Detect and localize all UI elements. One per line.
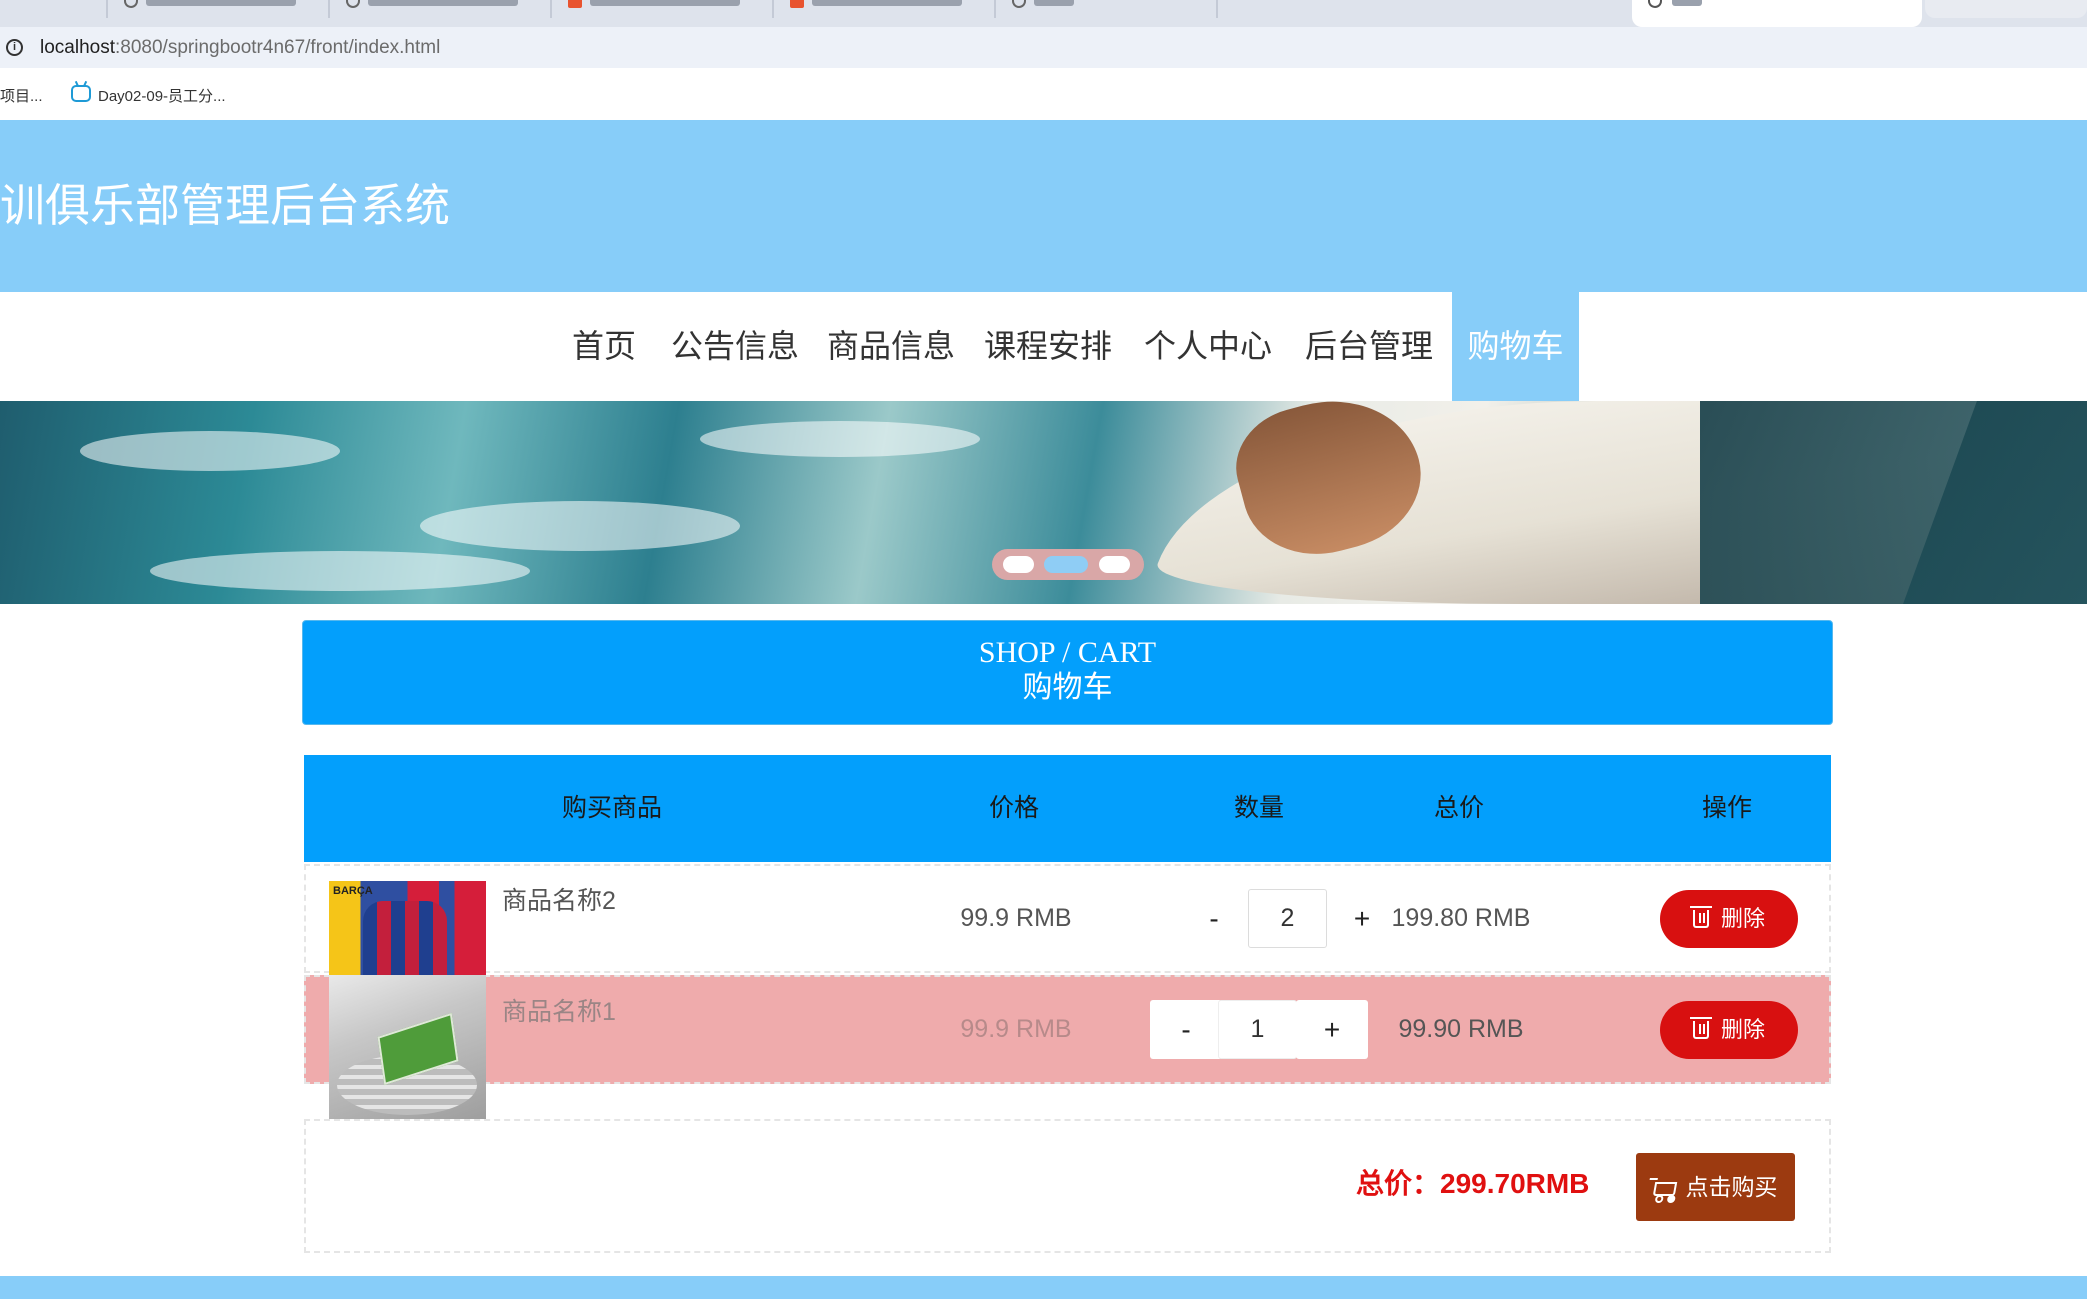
section-title-en: SHOP / CART [978, 636, 1157, 669]
globe-icon [124, 0, 138, 8]
browser-tab[interactable] [776, 0, 996, 18]
browser-tab-active[interactable] [1632, 0, 1922, 27]
browser-tab[interactable] [554, 0, 774, 18]
browser-tab[interactable] [332, 0, 552, 18]
browser-tab[interactable] [0, 0, 108, 18]
table-row: 商品名称1 99.9 RMB - 1 + 99.90 RMB 删除 [304, 975, 1831, 1132]
product-name[interactable]: 商品名称2 [502, 884, 616, 918]
nav-item-announcements[interactable]: 公告信息 [671, 292, 799, 401]
globe-icon [346, 0, 360, 8]
hero-banner [0, 401, 2087, 604]
nav-item-admin[interactable]: 后台管理 [1305, 292, 1433, 401]
url-text[interactable]: localhost:8080/springbootr4n67/front/ind… [40, 36, 440, 60]
product-name[interactable]: 商品名称1 [502, 995, 616, 1029]
bookmark-item[interactable]: 项目... [0, 85, 43, 106]
site-header: 训俱乐部管理后台系统 [0, 120, 2087, 292]
nav-item-cart[interactable]: 购物车 [1452, 292, 1579, 401]
cart-section-header: SHOP / CART 购物车 [302, 620, 1833, 725]
barca-logo: BARÇA [333, 885, 373, 897]
bookmarks-bar: 项目... Day02-09-员工分... [0, 68, 2087, 120]
browser-tab[interactable] [998, 0, 1218, 18]
main-nav: 首页 公告信息 商品信息 课程安排 个人中心 后台管理 购物车 [0, 292, 2087, 401]
product-thumbnail[interactable] [329, 975, 486, 1132]
site-favicon-icon [790, 0, 804, 8]
quantity-input[interactable]: 1 [1218, 1000, 1297, 1059]
unit-price: 99.9 RMB [960, 904, 1072, 932]
bookmark-item[interactable]: Day02-09-员工分... [98, 85, 226, 106]
globe-icon [1648, 0, 1662, 8]
unit-price: 99.9 RMB [960, 1015, 1072, 1043]
decrease-button[interactable]: - [1150, 1000, 1222, 1059]
section-title-zh: 购物车 [1022, 671, 1113, 704]
header-total: 总价 [1433, 794, 1484, 822]
header-price: 价格 [988, 794, 1039, 822]
quantity-input[interactable]: 2 [1248, 889, 1327, 948]
site-info-icon[interactable]: i [6, 39, 23, 56]
nav-item-home[interactable]: 首页 [572, 292, 636, 401]
site-title: 训俱乐部管理后台系统 [0, 180, 451, 231]
delete-button[interactable]: 删除 [1660, 1001, 1798, 1059]
trash-icon [1689, 1017, 1712, 1039]
carousel-indicators [992, 549, 1144, 580]
decrease-button[interactable]: - [1178, 889, 1250, 948]
cart-icon [1652, 1182, 1677, 1196]
browser-tab[interactable] [1925, 0, 2087, 18]
bilibili-icon [71, 85, 91, 102]
row-total: 99.90 RMB [1398, 1015, 1524, 1043]
address-bar[interactable]: i localhost:8080/springbootr4n67/front/i… [0, 27, 2087, 68]
site-favicon-icon [568, 0, 582, 8]
browser-tab[interactable] [110, 0, 330, 18]
delete-button[interactable]: 删除 [1660, 890, 1798, 948]
row-total: 199.80 RMB [1391, 904, 1531, 932]
carousel-dot-active[interactable] [1044, 556, 1088, 573]
header-product: 购买商品 [561, 794, 662, 822]
carousel-dot[interactable] [1003, 556, 1034, 573]
nav-item-products[interactable]: 商品信息 [827, 292, 955, 401]
header-action: 操作 [1701, 794, 1752, 822]
footer-bar [0, 1276, 2087, 1299]
buy-button[interactable]: 点击购买 [1636, 1153, 1795, 1221]
grand-total: 总价：299.70RMB [1356, 1168, 1590, 1199]
globe-icon [1012, 0, 1026, 8]
cart-table-header: 购买商品 价格 数量 总价 操作 [304, 755, 1831, 862]
table-row: BARÇA 商品名称2 99.9 RMB - 2 + 199.80 RMB 删除 [304, 864, 1831, 992]
nav-item-personal-center[interactable]: 个人中心 [1144, 292, 1272, 401]
cart-summary: 总价：299.70RMB 点击购买 [304, 1119, 1831, 1253]
nav-item-courses[interactable]: 课程安排 [984, 292, 1112, 401]
carousel-dot[interactable] [1099, 556, 1130, 573]
browser-tab-strip [0, 0, 2087, 27]
trash-icon [1689, 906, 1712, 928]
